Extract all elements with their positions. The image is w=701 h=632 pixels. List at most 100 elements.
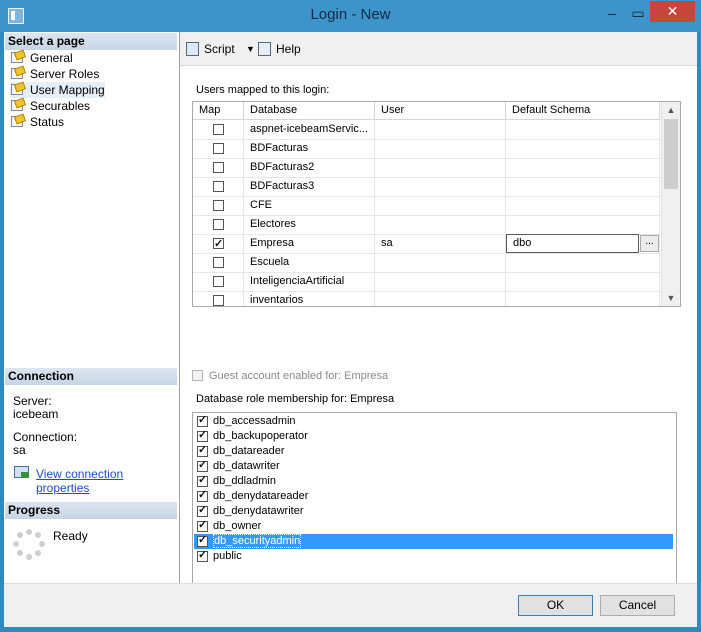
user-cell[interactable] bbox=[375, 139, 506, 158]
users-mapped-label: Users mapped to this login: bbox=[196, 84, 330, 96]
page-item-status[interactable]: Status bbox=[10, 113, 64, 130]
column-user[interactable]: User bbox=[375, 102, 506, 119]
users-mapped-grid[interactable]: Map Database User Default Schema aspnet-… bbox=[192, 101, 681, 307]
grid-header: Map Database User Default Schema bbox=[193, 102, 660, 120]
table-row[interactable]: Electores bbox=[193, 215, 660, 235]
user-cell[interactable]: sa bbox=[375, 234, 506, 253]
guest-account-label: Guest account enabled for: Empresa bbox=[209, 370, 389, 382]
role-item[interactable]: db_securityadmin bbox=[194, 533, 673, 549]
default-schema-cell[interactable] bbox=[506, 139, 660, 158]
user-cell[interactable] bbox=[375, 120, 506, 139]
table-row[interactable]: BDFacturas bbox=[193, 139, 660, 159]
page-item-general[interactable]: General bbox=[10, 49, 73, 66]
maximize-icon[interactable]: ▭ bbox=[624, 2, 652, 24]
minimize-icon[interactable]: – bbox=[598, 2, 626, 24]
column-map[interactable]: Map bbox=[193, 102, 244, 119]
table-row[interactable]: Empresasadbo... bbox=[193, 234, 660, 254]
default-schema-cell[interactable] bbox=[506, 158, 660, 177]
user-cell[interactable] bbox=[375, 177, 506, 196]
database-cell: BDFacturas3 bbox=[244, 177, 375, 196]
role-item[interactable]: db_denydatawriter bbox=[194, 503, 673, 519]
page-item-label: Securables bbox=[30, 99, 91, 113]
role-checkbox[interactable] bbox=[197, 413, 208, 428]
role-item[interactable]: db_denydatareader bbox=[194, 488, 673, 504]
table-row[interactable]: BDFacturas2 bbox=[193, 158, 660, 178]
user-cell[interactable] bbox=[375, 158, 506, 177]
map-checkbox[interactable] bbox=[213, 124, 224, 135]
script-button[interactable]: Script ▼ bbox=[186, 40, 264, 58]
dropdown-arrow-icon[interactable]: ▼ bbox=[246, 40, 255, 58]
default-schema-cell[interactable] bbox=[506, 272, 660, 291]
default-schema-cell[interactable] bbox=[506, 177, 660, 196]
table-row[interactable]: Escuela bbox=[193, 253, 660, 273]
browse-schema-button[interactable]: ... bbox=[640, 235, 659, 252]
role-checkbox[interactable] bbox=[197, 548, 208, 563]
scroll-up-icon[interactable]: ▲ bbox=[662, 102, 680, 118]
user-cell[interactable] bbox=[375, 215, 506, 234]
database-cell: Electores bbox=[244, 215, 375, 234]
role-checkbox[interactable] bbox=[197, 443, 208, 458]
map-checkbox[interactable] bbox=[213, 295, 224, 306]
map-cell bbox=[193, 234, 244, 253]
scroll-down-icon[interactable]: ▼ bbox=[662, 290, 680, 306]
user-cell[interactable] bbox=[375, 272, 506, 291]
table-row[interactable]: InteligenciaArtificial bbox=[193, 272, 660, 292]
user-mapping-panel: Users mapped to this login: Map Database… bbox=[180, 66, 697, 606]
role-checkbox[interactable] bbox=[197, 518, 208, 533]
map-checkbox[interactable] bbox=[213, 162, 224, 173]
cancel-button[interactable]: Cancel bbox=[600, 595, 675, 616]
page-item-user-mapping[interactable]: User Mapping bbox=[10, 81, 105, 98]
role-item[interactable]: db_owner bbox=[194, 518, 673, 534]
role-item[interactable]: db_ddladmin bbox=[194, 473, 673, 489]
map-checkbox[interactable] bbox=[213, 235, 224, 253]
page-item-securables[interactable]: Securables bbox=[10, 97, 91, 114]
default-schema-cell[interactable] bbox=[506, 196, 660, 215]
table-row[interactable]: inventarios bbox=[193, 291, 660, 306]
map-checkbox[interactable] bbox=[213, 219, 224, 230]
role-item[interactable]: db_datawriter bbox=[194, 458, 673, 474]
role-checkbox[interactable] bbox=[197, 503, 208, 518]
ok-button[interactable]: OK bbox=[518, 595, 593, 616]
role-checkbox[interactable] bbox=[197, 428, 208, 443]
help-button[interactable]: Help bbox=[258, 40, 301, 58]
column-default-schema[interactable]: Default Schema bbox=[506, 102, 660, 119]
role-membership-list[interactable]: db_accessadmin db_backupoperator db_datare… bbox=[192, 412, 677, 606]
map-checkbox[interactable] bbox=[213, 143, 224, 154]
column-database[interactable]: Database bbox=[244, 102, 375, 119]
default-schema-cell[interactable] bbox=[506, 215, 660, 234]
user-cell[interactable] bbox=[375, 291, 506, 306]
role-checkbox[interactable] bbox=[197, 533, 208, 548]
role-item[interactable]: public bbox=[194, 548, 673, 564]
user-cell[interactable] bbox=[375, 196, 506, 215]
role-item[interactable]: db_accessadmin bbox=[194, 413, 673, 429]
user-cell[interactable] bbox=[375, 253, 506, 272]
role-checkbox[interactable] bbox=[197, 488, 208, 503]
map-checkbox[interactable] bbox=[213, 257, 224, 268]
view-connection-properties-link[interactable]: View connection properties bbox=[36, 467, 179, 495]
page-icon bbox=[10, 97, 27, 112]
map-checkbox[interactable] bbox=[213, 200, 224, 211]
default-schema-cell[interactable] bbox=[506, 253, 660, 272]
scroll-thumb[interactable] bbox=[664, 119, 678, 189]
page-item-server-roles[interactable]: Server Roles bbox=[10, 65, 99, 82]
page-item-label: General bbox=[30, 51, 73, 65]
table-row[interactable]: aspnet-icebeamServic... bbox=[193, 120, 660, 140]
map-checkbox[interactable] bbox=[213, 181, 224, 192]
map-checkbox[interactable] bbox=[213, 276, 224, 287]
table-row[interactable]: CFE bbox=[193, 196, 660, 216]
grid-vertical-scrollbar[interactable]: ▲ ▼ bbox=[661, 102, 680, 306]
map-cell bbox=[193, 291, 244, 306]
table-row[interactable]: BDFacturas3 bbox=[193, 177, 660, 197]
role-item[interactable]: db_datareader bbox=[194, 443, 673, 459]
role-checkbox[interactable] bbox=[197, 473, 208, 488]
default-schema-field[interactable]: dbo bbox=[506, 234, 639, 253]
default-schema-cell[interactable] bbox=[506, 291, 660, 306]
default-schema-cell[interactable] bbox=[506, 120, 660, 139]
default-schema-cell[interactable]: dbo... bbox=[506, 234, 660, 253]
default-schema-value: dbo bbox=[513, 237, 532, 249]
close-button[interactable]: ✕ bbox=[650, 1, 695, 22]
resize-grip-icon[interactable] bbox=[685, 615, 695, 625]
role-checkbox[interactable] bbox=[197, 458, 208, 473]
role-name: db_denydatawriter bbox=[213, 505, 304, 517]
role-item[interactable]: db_backupoperator bbox=[194, 428, 673, 444]
